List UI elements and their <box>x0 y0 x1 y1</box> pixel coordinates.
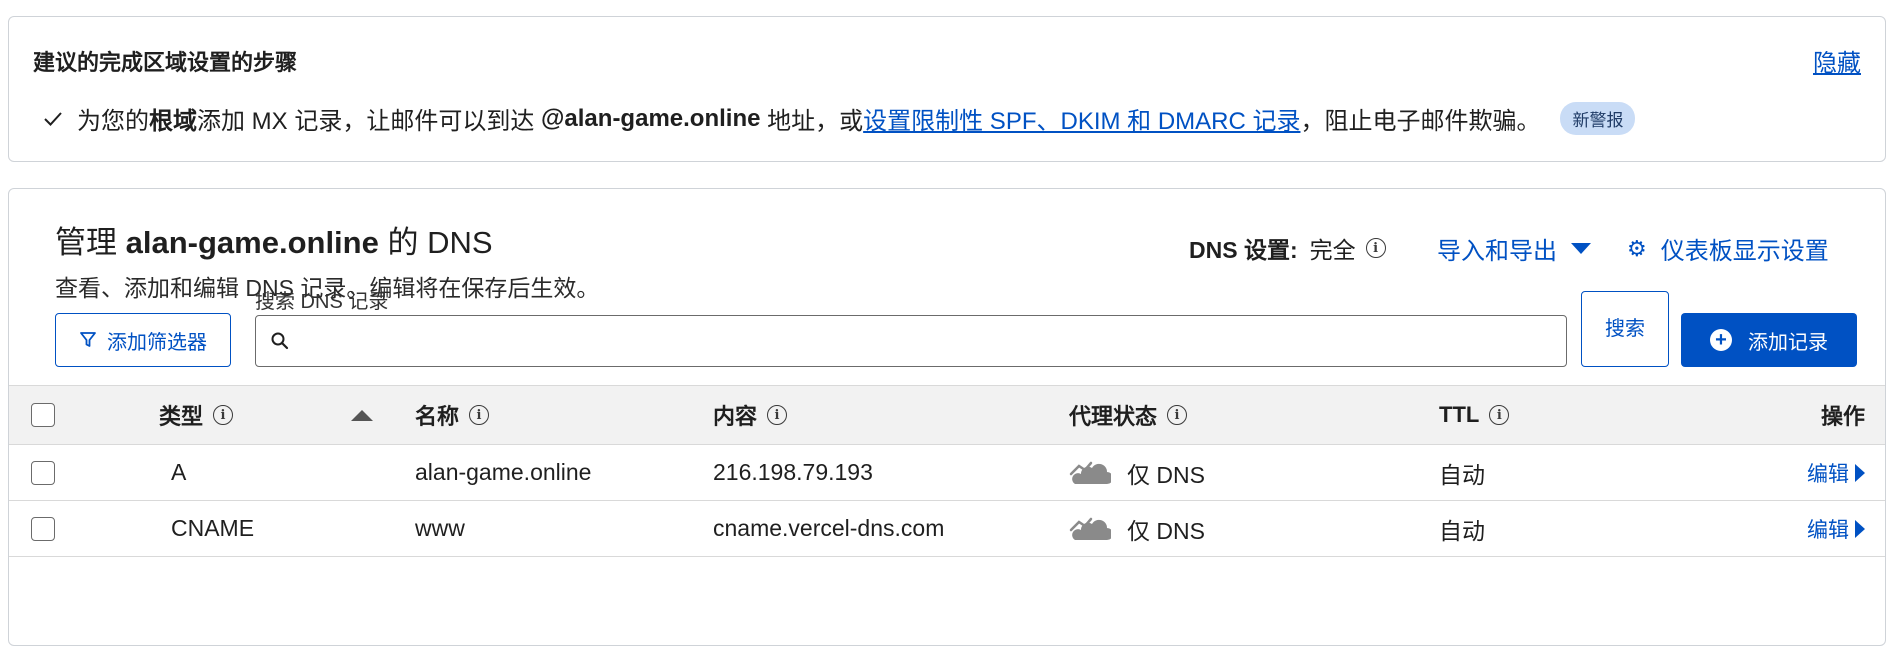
title-domain: alan-game.online <box>125 225 379 260</box>
search-button[interactable]: 搜索 <box>1581 291 1669 367</box>
step-text-2: 添加 MX 记录，让邮件可以到达 <box>197 108 542 135</box>
proxy-status-label: 仅 DNS <box>1127 517 1205 544</box>
header-type[interactable]: 类型 i <box>159 386 234 444</box>
dns-setting-status: DNS 设置: 完全 i <box>1189 231 1386 265</box>
header-type-label: 类型 <box>159 404 204 429</box>
plus-circle-icon: + <box>1710 329 1732 351</box>
dns-only-cloud-icon <box>1069 516 1111 542</box>
record-name: www <box>415 515 465 541</box>
add-filter-label: 添加筛选器 <box>107 331 207 354</box>
info-icon[interactable]: i <box>1365 238 1386 258</box>
dns-setting-label: DNS 设置: <box>1189 237 1298 263</box>
search-box[interactable] <box>255 315 1567 367</box>
record-type: CNAME <box>171 515 255 541</box>
step-text-root-domain: 根域 <box>149 108 197 135</box>
edit-button[interactable]: 编辑 <box>1807 514 1865 544</box>
setup-step-item: 为您的 根域 添加 MX 记录，让邮件可以到达 @alan-game.onlin… <box>39 101 1636 136</box>
record-proxy-status: 仅 DNS <box>1069 501 1205 556</box>
sort-ascending-icon[interactable] <box>351 409 373 421</box>
proxy-status-label: 仅 DNS <box>1127 461 1205 488</box>
dns-only-cloud-icon <box>1069 460 1111 486</box>
edit-label: 编辑 <box>1807 518 1849 542</box>
gear-icon: ⚙ <box>1627 235 1647 261</box>
setup-steps-card: 建议的完成区域设置的步骤 隐藏 为您的 根域 添加 MX 记录，让邮件可以到达 … <box>8 16 1886 162</box>
edit-label: 编辑 <box>1807 462 1849 486</box>
record-ttl: 自动 <box>1439 517 1485 544</box>
import-export-dropdown[interactable]: 导入和导出 <box>1437 231 1591 266</box>
header-ttl-label: TTL <box>1439 402 1480 427</box>
record-proxy-status: 仅 DNS <box>1069 445 1205 500</box>
info-icon[interactable]: i <box>213 405 234 425</box>
step-text-4: ，阻止电子邮件欺骗。 <box>1300 108 1541 135</box>
record-name: alan-game.online <box>415 459 592 485</box>
header-content-label: 内容 <box>713 404 758 429</box>
record-type: A <box>171 459 187 485</box>
dns-setting-value: 完全 <box>1309 237 1356 263</box>
table-header: 类型 i 名称 i 内容 i 代理状态 i TTL i 操作 <box>9 385 1885 445</box>
info-icon[interactable]: i <box>469 405 490 425</box>
row-checkbox[interactable] <box>31 460 55 485</box>
row-select-cell <box>31 445 55 500</box>
header-content[interactable]: 内容 i <box>713 386 788 444</box>
add-record-label: 添加记录 <box>1748 331 1828 354</box>
add-filter-button[interactable]: 添加筛选器 <box>55 313 231 367</box>
select-all-checkbox[interactable] <box>31 403 55 427</box>
select-all-cell <box>31 386 55 444</box>
setup-steps-title: 建议的完成区域设置的步骤 <box>33 50 298 75</box>
step-text-1: 为您的 <box>77 108 149 135</box>
record-content: 216.198.79.193 <box>713 459 873 485</box>
step-text-3: 地址，或 <box>760 108 864 135</box>
title-prefix: 管理 <box>55 225 126 260</box>
header-proxy-label: 代理状态 <box>1069 404 1158 429</box>
record-content: cname.vercel-dns.com <box>713 515 945 541</box>
page-title: 管理 alan-game.online 的 DNS <box>55 217 493 262</box>
sort-cell <box>351 386 373 444</box>
header-ttl[interactable]: TTL i <box>1439 386 1510 444</box>
spf-dkim-dmarc-link[interactable]: 设置限制性 SPF、DKIM 和 DMARC 记录 <box>863 101 1300 136</box>
caret-right-icon <box>1855 519 1865 538</box>
row-select-cell <box>31 501 55 556</box>
edit-link[interactable]: 编辑 <box>1807 501 1865 556</box>
caret-right-icon <box>1855 463 1865 482</box>
checkmark-icon <box>39 105 67 133</box>
info-icon[interactable]: i <box>767 405 788 425</box>
import-export-label: 导入和导出 <box>1437 238 1557 265</box>
row-checkbox[interactable] <box>31 516 55 541</box>
caret-down-icon <box>1571 243 1591 254</box>
edit-link[interactable]: 编辑 <box>1807 445 1865 500</box>
filter-icon <box>80 332 96 347</box>
search-icon <box>271 332 289 350</box>
header-proxy[interactable]: 代理状态 i <box>1069 386 1188 444</box>
dns-records-table: 类型 i 名称 i 内容 i 代理状态 i TTL i 操作 A alan-game.on… <box>9 385 1885 557</box>
table-row: A alan-game.online 216.198.79.193 仅 DNS … <box>9 445 1885 501</box>
add-record-button[interactable]: + 添加记录 <box>1681 313 1857 367</box>
header-actions: 操作 <box>1820 404 1865 429</box>
dns-management-card: 管理 alan-game.online 的 DNS 查看、添加和编辑 DNS 记… <box>8 188 1886 646</box>
edit-button[interactable]: 编辑 <box>1807 458 1865 488</box>
title-suffix: 的 DNS <box>378 225 493 260</box>
header-name[interactable]: 名称 i <box>415 386 490 444</box>
header-name-label: 名称 <box>415 404 460 429</box>
new-alert-badge: 新警报 <box>1560 102 1636 135</box>
dashboard-settings-button[interactable]: ⚙ 仪表板显示设置 <box>1627 231 1829 266</box>
step-text-email-domain: @alan-game.online <box>541 104 761 132</box>
info-icon[interactable]: i <box>1489 405 1510 425</box>
search-label: 搜索 DNS 记录 <box>255 291 389 313</box>
table-row: CNAME www cname.vercel-dns.com 仅 DNS 自动 … <box>9 501 1885 557</box>
info-icon[interactable]: i <box>1167 405 1188 425</box>
record-ttl: 自动 <box>1439 461 1485 488</box>
search-input[interactable] <box>300 329 1566 353</box>
dashboard-settings-label: 仪表板显示设置 <box>1660 238 1829 265</box>
hide-link[interactable]: 隐藏 <box>1813 43 1861 78</box>
